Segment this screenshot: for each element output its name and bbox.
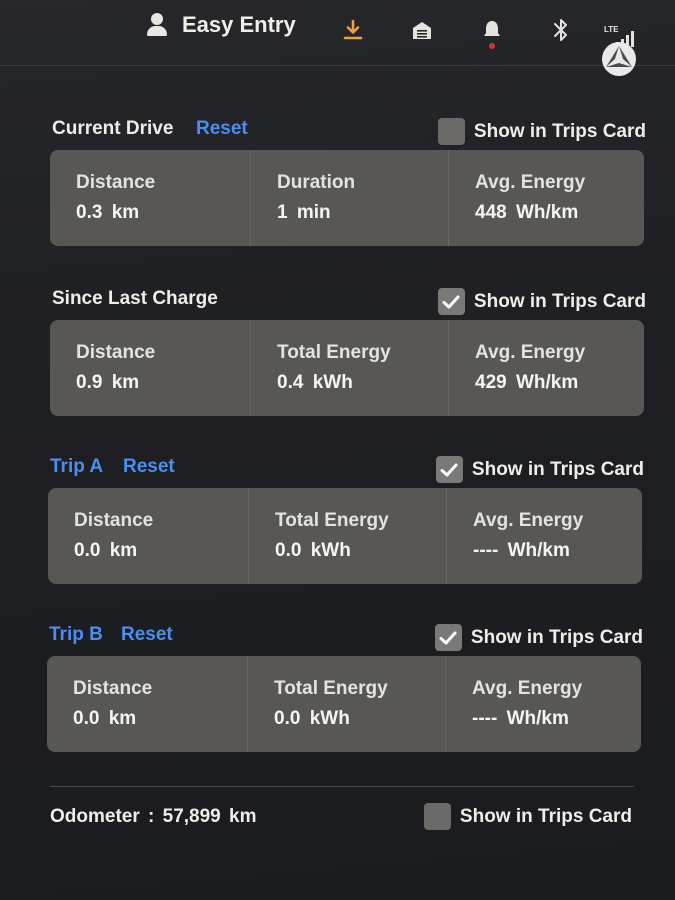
stat-label: Distance — [73, 678, 153, 699]
checkbox-checked[interactable] — [437, 288, 465, 315]
stat-cell: Distance 0.3 km — [50, 150, 250, 246]
stat-cell: Avg. Energy 429 Wh/km — [448, 320, 644, 416]
stat-value: 0.0 kWh — [274, 708, 350, 729]
stat-label: Avg. Energy — [473, 510, 584, 531]
odometer-readout: Odometer : 57,899 km — [50, 806, 257, 827]
section-title: Trip A — [50, 456, 104, 477]
screen: Easy Entry LTE Current Drive Reset Show … — [0, 0, 675, 900]
section-header: Since Last Charge Show in Trips Card — [50, 280, 646, 320]
since-last-charge-section: Since Last Charge Show in Trips Card Dis… — [50, 280, 646, 416]
checkmark-icon — [439, 631, 457, 644]
stat-label: Distance — [76, 342, 156, 363]
section-header: Trip A Reset Show in Trips Card — [48, 448, 644, 488]
stats-card: Distance 0.3 km Duration 1 min Avg. Ener… — [50, 150, 644, 246]
person-icon — [146, 12, 168, 38]
stat-cell: Distance 0.0 km — [47, 656, 247, 752]
stat-cell: Distance 0.9 km — [50, 320, 250, 416]
checkmark-icon — [440, 463, 458, 476]
stat-cell: Total Energy 0.0 kWh — [248, 488, 446, 584]
garage-icon[interactable] — [409, 16, 435, 44]
stat-value: 0.0 km — [74, 540, 138, 561]
show-label: Show in Trips Card — [471, 458, 644, 480]
stat-value: 0.0 km — [73, 708, 137, 729]
stat-label: Avg. Energy — [472, 678, 583, 699]
avatar[interactable] — [602, 42, 636, 76]
show-in-trips-toggle[interactable]: Show in Trips Card — [437, 118, 646, 145]
download-icon[interactable] — [340, 16, 366, 44]
stats-card: Distance 0.0 km Total Energy 0.0 kWh Avg… — [47, 656, 641, 752]
stat-value: 0.3 km — [76, 202, 140, 223]
show-in-trips-toggle[interactable]: Show in Trips Card — [437, 288, 646, 315]
stat-cell: Avg. Energy ---- Wh/km — [445, 656, 641, 752]
show-in-trips-toggle[interactable]: Show in Trips Card — [435, 456, 644, 483]
profile-button[interactable]: Easy Entry — [146, 12, 296, 38]
show-label: Show in Trips Card — [459, 805, 632, 827]
status-bar: Easy Entry LTE — [0, 0, 675, 76]
trip-a-section: Trip A Reset Show in Trips Card Distance… — [48, 448, 644, 584]
stat-cell: Distance 0.0 km — [48, 488, 248, 584]
stat-label: Total Energy — [277, 342, 391, 363]
checkbox-unchecked[interactable] — [437, 118, 465, 145]
stats-card: Distance 0.9 km Total Energy 0.4 kWh Avg… — [50, 320, 644, 416]
stat-value: 0.0 kWh — [275, 540, 351, 561]
section-header: Current Drive Reset Show in Trips Card — [50, 110, 646, 150]
stat-value: 429 Wh/km — [475, 372, 579, 393]
show-label: Show in Trips Card — [473, 290, 646, 312]
stat-label: Duration — [277, 172, 356, 193]
bluetooth-icon[interactable] — [548, 16, 574, 44]
section-header: Trip B Reset Show in Trips Card — [47, 616, 643, 656]
stat-label: Distance — [76, 172, 156, 193]
stat-value: 0.9 km — [76, 372, 140, 393]
current-drive-section: Current Drive Reset Show in Trips Card D… — [50, 110, 646, 246]
reset-button[interactable]: Reset — [123, 456, 175, 478]
stat-label: Total Energy — [275, 510, 389, 531]
trip-b-section: Trip B Reset Show in Trips Card Distance… — [47, 616, 643, 752]
section-title: Trip B — [49, 624, 103, 645]
stats-card: Distance 0.0 km Total Energy 0.0 kWh Avg… — [48, 488, 642, 584]
checkmark-icon — [442, 295, 460, 308]
reset-button[interactable]: Reset — [196, 118, 248, 140]
stat-label: Avg. Energy — [475, 172, 586, 193]
section-title: Since Last Charge — [52, 288, 218, 309]
odometer-show-in-trips-toggle[interactable]: Show in Trips Card — [423, 803, 632, 830]
stat-value: ---- Wh/km — [472, 708, 569, 729]
bell-icon[interactable] — [479, 16, 505, 49]
section-title: Current Drive — [52, 118, 174, 139]
show-label: Show in Trips Card — [473, 120, 646, 142]
checkbox-unchecked[interactable] — [423, 803, 451, 830]
alert-dot — [489, 43, 495, 49]
profile-name: Easy Entry — [182, 12, 296, 37]
checkbox-checked[interactable] — [435, 456, 463, 483]
show-in-trips-toggle[interactable]: Show in Trips Card — [434, 624, 643, 651]
stat-cell: Duration 1 min — [250, 150, 448, 246]
stat-cell: Avg. Energy ---- Wh/km — [446, 488, 642, 584]
stat-value: ---- Wh/km — [473, 540, 570, 561]
stat-label: Avg. Energy — [475, 342, 586, 363]
divider — [50, 786, 634, 787]
stat-label: Total Energy — [274, 678, 388, 699]
checkbox-checked[interactable] — [434, 624, 462, 651]
stat-value: 1 min — [277, 202, 331, 223]
stat-cell: Avg. Energy 448 Wh/km — [448, 150, 644, 246]
show-label: Show in Trips Card — [470, 626, 643, 648]
stat-cell: Total Energy 0.4 kWh — [250, 320, 448, 416]
reset-button[interactable]: Reset — [121, 624, 173, 646]
stat-value: 448 Wh/km — [475, 202, 579, 223]
stat-cell: Total Energy 0.0 kWh — [247, 656, 445, 752]
stat-value: 0.4 kWh — [277, 372, 353, 393]
stat-label: Distance — [74, 510, 154, 531]
